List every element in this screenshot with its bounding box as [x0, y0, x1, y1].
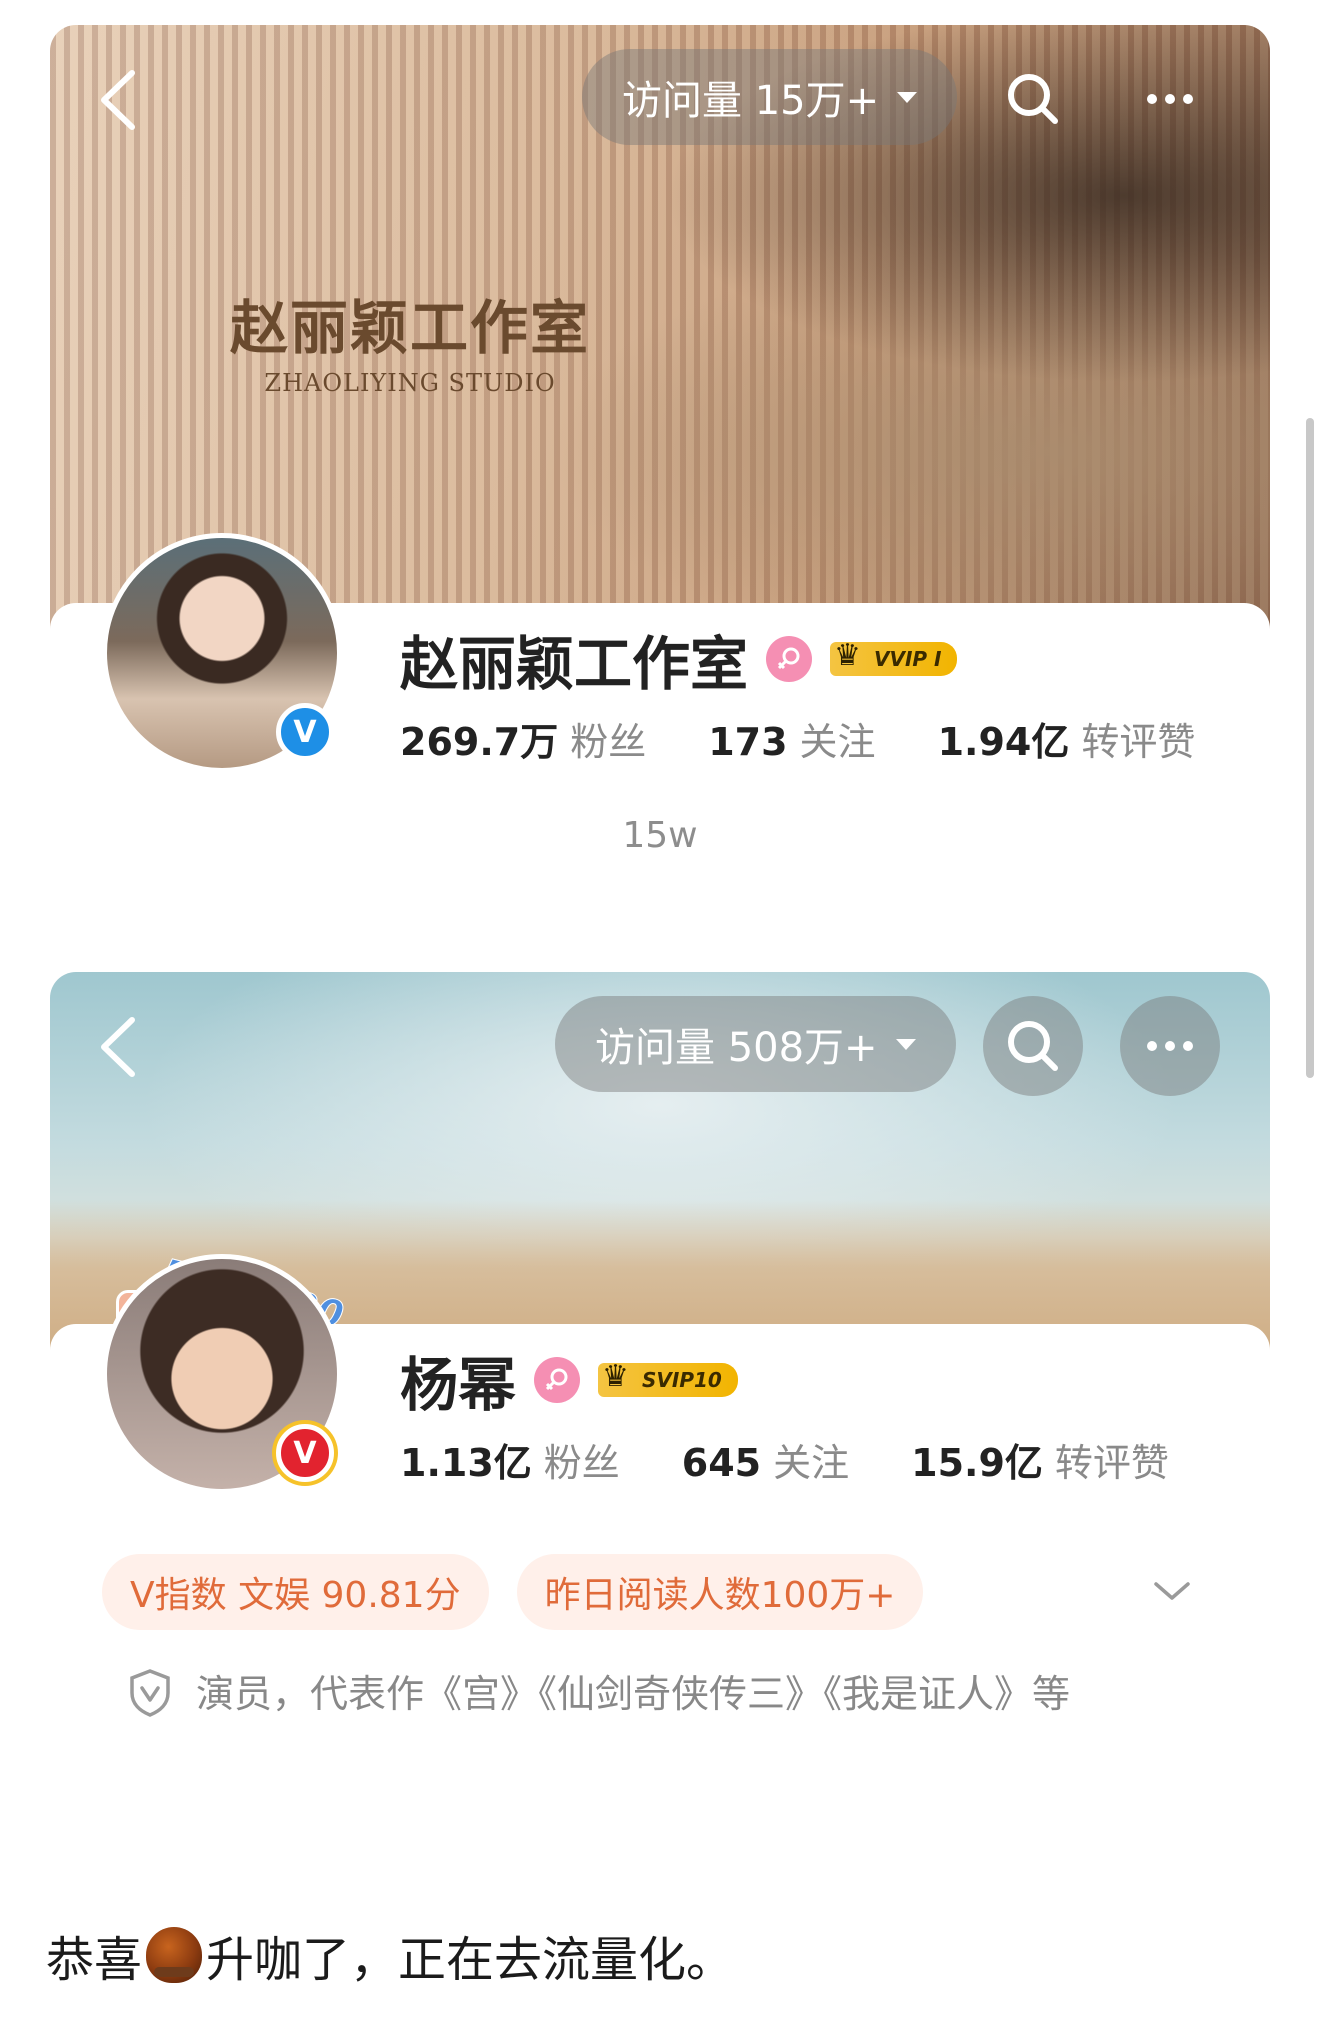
female-icon: [766, 636, 813, 682]
stat-fans[interactable]: 269.7万 粉丝: [400, 711, 646, 766]
visits-label: 访问量 15万+: [622, 78, 880, 124]
studio-logo-cn: 赵丽颖工作室: [230, 294, 591, 362]
verified-icon: V: [276, 1424, 334, 1482]
separator-text: 15w: [622, 815, 698, 856]
studio-logo-en: ZHAOLIYING STUDIO: [264, 369, 556, 397]
stat-label: 转评赞: [1054, 1441, 1169, 1485]
female-icon: [534, 1357, 581, 1403]
name-row: 赵丽颖工作室 ♛ VVIP I: [400, 617, 958, 701]
caption-before: 恭喜: [46, 1932, 143, 1988]
tag-row: V指数 文娱 90.81分 昨日阅读人数100万+: [102, 1554, 924, 1630]
stat-label: 关注: [773, 1441, 850, 1485]
stat-fans[interactable]: 1.13亿 粉丝: [400, 1432, 620, 1487]
stat-label: 关注: [799, 720, 876, 764]
visits-dropdown[interactable]: 访问量 508万+: [555, 996, 956, 1092]
stat-value: 645: [681, 1441, 762, 1485]
chevron-down-icon[interactable]: [1150, 1576, 1194, 1606]
profile-name: 赵丽颖工作室: [400, 630, 749, 698]
vip-badge[interactable]: ♛ VVIP I: [830, 638, 958, 676]
search-icon: [1008, 74, 1058, 124]
search-button[interactable]: [983, 49, 1083, 149]
vip-badge[interactable]: ♛ SVIP10: [598, 1359, 738, 1397]
stat-interactions[interactable]: 1.94亿 转评赞: [938, 711, 1196, 766]
caret-down-icon: [897, 91, 918, 103]
stat-value: 1.94亿: [937, 720, 1070, 764]
stat-value: 173: [708, 720, 788, 764]
chestnut-icon: [146, 1927, 203, 1983]
caption-after: 升咖了，正在去流量化。: [206, 1932, 735, 1988]
shield-icon: [130, 1669, 170, 1717]
profile-name: 杨幂: [400, 1351, 517, 1419]
profile-description: 演员，代表作《宫》《仙剑奇侠传三》《我是证人》等: [196, 1672, 1071, 1716]
more-button[interactable]: [1120, 49, 1220, 149]
vip-label: SVIP10: [642, 1368, 722, 1392]
profile-info: V 杨幂 ♛ SVIP10 1.13亿 粉丝 645 关注 15.9亿 转评赞 V指数…: [50, 1254, 1270, 1802]
scrollbar[interactable]: [1306, 418, 1314, 1078]
more-icon: [1147, 1041, 1193, 1051]
more-icon: [1147, 94, 1193, 104]
stats-row: 1.13亿 粉丝 645 关注 15.9亿 转评赞: [400, 1432, 1169, 1487]
visits-label: 访问量 508万+: [595, 1025, 878, 1071]
stats-row: 269.7万 粉丝 173 关注 1.94亿 转评赞: [400, 711, 1195, 766]
stat-label: 粉丝: [570, 720, 647, 764]
back-icon[interactable]: [92, 1012, 142, 1082]
more-button[interactable]: [1120, 996, 1220, 1096]
profile-info: V 赵丽颖工作室 ♛ VVIP I 269.7万 粉丝 173 关注 1.94亿 转评…: [50, 533, 1270, 905]
profile-card-zhaoliying-studio: 访问量 15万+ 赵丽颖工作室 ZHAOLIYING STUDIO V 赵丽颖工…: [50, 25, 1270, 905]
studio-logo: 赵丽颖工作室 ZHAOLIYING STUDIO: [230, 281, 590, 397]
stat-label: 粉丝: [543, 1441, 620, 1485]
visits-dropdown[interactable]: 访问量 15万+: [582, 49, 958, 145]
stat-following[interactable]: 173 关注: [708, 711, 875, 766]
crown-icon: ♛: [602, 1359, 629, 1394]
back-icon[interactable]: [92, 65, 142, 135]
stat-label: 转评赞: [1081, 720, 1196, 764]
caret-down-icon: [895, 1038, 916, 1050]
description-row: 演员，代表作《宫》《仙剑奇侠传三》《我是证人》等: [128, 1662, 1198, 1726]
vip-label: VVIP I: [874, 647, 942, 671]
stat-value: 269.7万: [400, 720, 559, 764]
stat-interactions[interactable]: 15.9亿 转评赞: [911, 1432, 1169, 1487]
post-caption: 恭喜 升咖了，正在去流量化。: [46, 1920, 734, 1990]
crown-icon: ♛: [834, 638, 861, 673]
search-icon: [1008, 1021, 1058, 1071]
verified-icon: V: [276, 703, 334, 761]
stat-following[interactable]: 645 关注: [682, 1432, 849, 1487]
stat-value: 15.9亿: [911, 1441, 1043, 1485]
profile-card-yangmi: 访问量 508万+ Bye2020 V 杨幂 ♛ SVIP10 1.13亿粉丝: [50, 972, 1270, 1802]
search-button[interactable]: [983, 996, 1083, 1096]
tag-daily-readers[interactable]: 昨日阅读人数100万+: [516, 1554, 924, 1630]
tag-v-index[interactable]: V指数 文娱 90.81分: [102, 1554, 489, 1630]
name-row: 杨幂 ♛ SVIP10: [400, 1338, 738, 1422]
stat-value: 1.13亿: [400, 1441, 532, 1485]
